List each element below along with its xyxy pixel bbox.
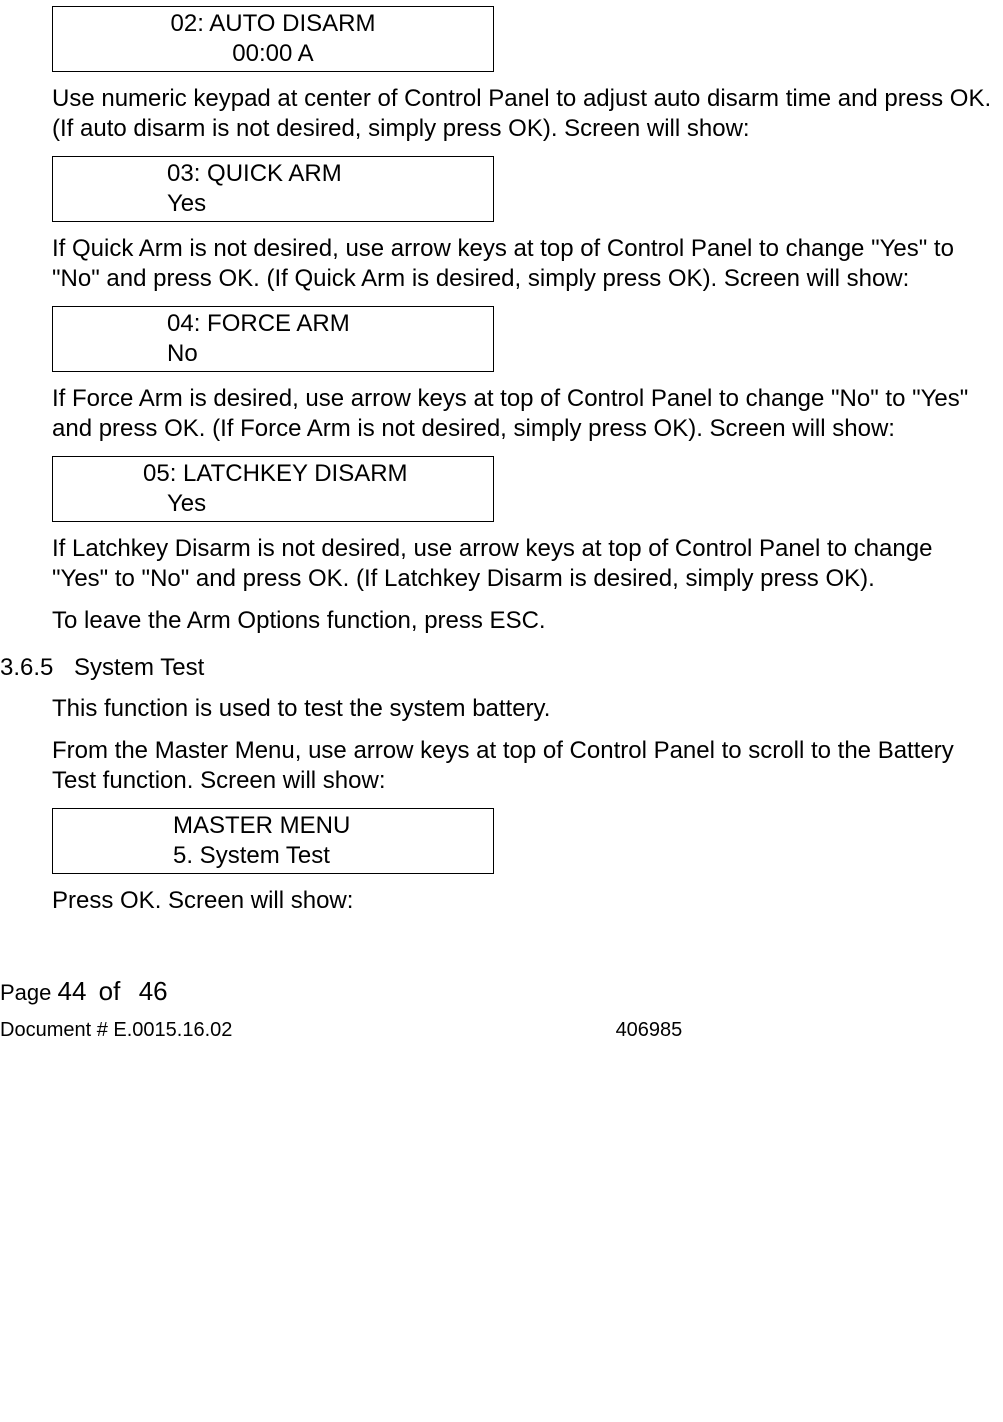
document-id: Document # E.0015.16.02 (0, 1019, 610, 1042)
paragraph: If Latchkey Disarm is not desired, use a… (52, 534, 993, 594)
lcd-line: Yes (53, 189, 493, 219)
page-of: of (99, 976, 121, 1006)
lcd-line: No (53, 339, 493, 369)
lcd-line: 05: LATCHKEY DISARM (53, 459, 493, 489)
lcd-line: Yes (53, 489, 493, 519)
lcd-screen-02: 02: AUTO DISARM 00:00 A (52, 6, 494, 72)
paragraph: If Force Arm is desired, use arrow keys … (52, 384, 993, 444)
document-info: Document # E.0015.16.02 406985 (0, 1019, 1003, 1042)
paragraph: To leave the Arm Options function, press… (52, 606, 993, 636)
paragraph: This function is used to test the system… (52, 694, 993, 724)
paragraph: Press OK. Screen will show: (52, 886, 993, 916)
page-current: 44 (58, 976, 87, 1006)
lcd-line: MASTER MENU (53, 811, 493, 841)
lcd-line: 04: FORCE ARM (53, 309, 493, 339)
lcd-line: 5. System Test (53, 841, 493, 871)
section-title: System Test (74, 654, 204, 681)
lcd-screen-04: 04: FORCE ARM No (52, 306, 494, 372)
lcd-screen-05: 05: LATCHKEY DISARM Yes (52, 456, 494, 522)
page-total: 46 (139, 976, 168, 1006)
page-label: Page (0, 980, 51, 1005)
paragraph: Use numeric keypad at center of Control … (52, 84, 993, 144)
paragraph: From the Master Menu, use arrow keys at … (52, 736, 993, 796)
lcd-line: 02: AUTO DISARM (53, 9, 493, 39)
page-indicator: Page 44 of 46 (0, 976, 1003, 1007)
section-number: 3.6.5 (0, 654, 74, 682)
lcd-screen-master: MASTER MENU 5. System Test (52, 808, 494, 874)
document-number: 406985 (616, 1019, 683, 1041)
lcd-screen-03: 03: QUICK ARM Yes (52, 156, 494, 222)
lcd-line: 03: QUICK ARM (53, 159, 493, 189)
lcd-line: 00:00 A (53, 39, 493, 69)
section-heading: 3.6.5System Test (0, 654, 993, 682)
paragraph: If Quick Arm is not desired, use arrow k… (52, 234, 993, 294)
